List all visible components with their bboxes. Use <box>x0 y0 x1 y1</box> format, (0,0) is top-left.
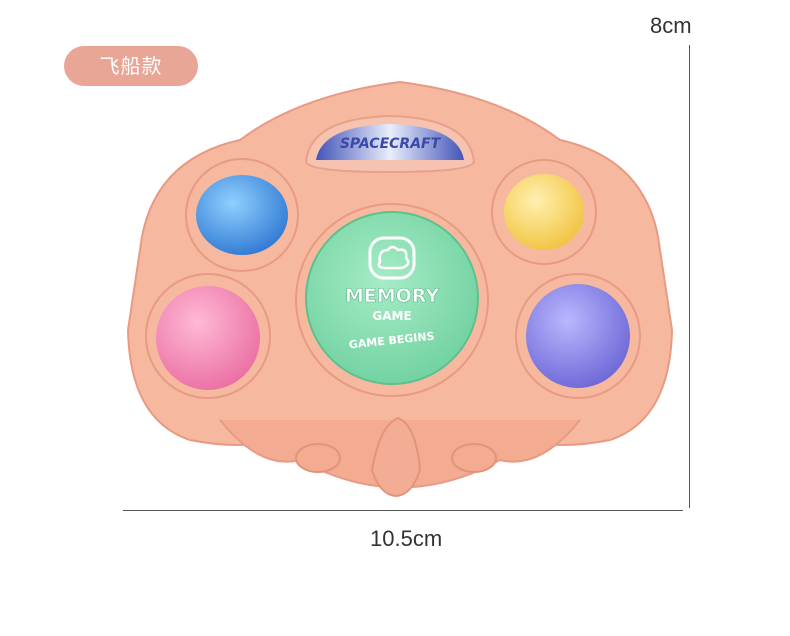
memory-game-toy: SPACECRAFT MEMORY GAME GAME BEGINS <box>126 80 674 498</box>
yellow-button[interactable] <box>504 174 584 250</box>
center-start-button[interactable]: MEMORY GAME GAME BEGINS <box>305 211 479 385</box>
purple-button[interactable] <box>526 284 630 388</box>
blue-button[interactable] <box>196 175 288 255</box>
panel-text: SPACECRAFT <box>340 136 442 152</box>
memory-text: MEMORY <box>345 285 440 307</box>
game-text: GAME <box>372 309 411 323</box>
pink-button[interactable] <box>156 286 260 390</box>
